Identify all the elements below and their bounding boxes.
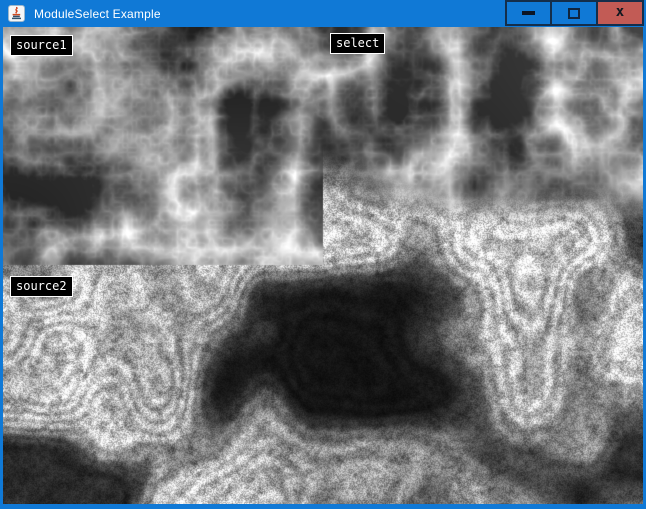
window-title: ModuleSelect Example [34,7,161,21]
close-button[interactable]: x [597,0,644,26]
maximize-button[interactable] [551,0,597,26]
render-area: source1 select source2 [3,27,643,504]
minimize-icon [522,11,535,15]
titlebar[interactable]: ModuleSelect Example x [0,0,646,27]
window-controls: x [505,0,644,26]
maximize-icon [568,8,580,19]
label-select: select [330,33,385,54]
label-source2: source2 [10,276,73,297]
minimize-button[interactable] [505,0,551,26]
close-icon: x [616,5,624,19]
noise-canvas [3,27,643,504]
label-source1: source1 [10,35,73,56]
java-coffee-cup-icon [8,5,25,22]
app-window: ModuleSelect Example x source1 select so… [0,0,646,509]
